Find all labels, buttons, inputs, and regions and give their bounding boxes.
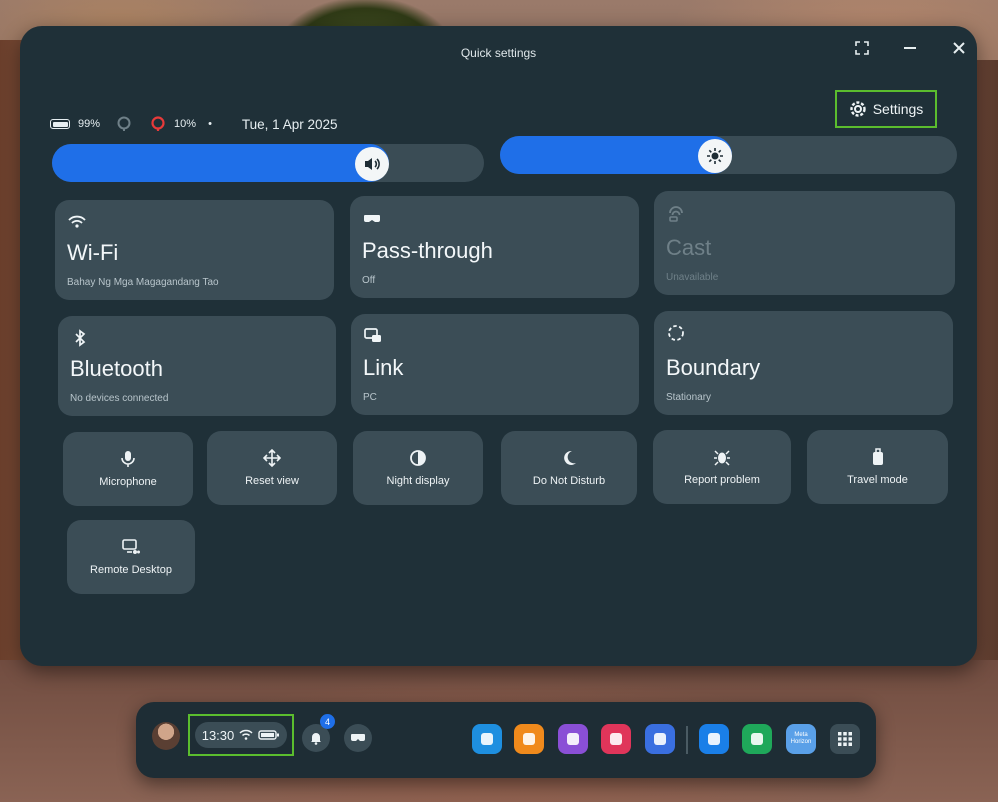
- headset-icon: [364, 215, 380, 222]
- tile-bluetooth[interactable]: Bluetooth No devices connected: [58, 316, 336, 416]
- tile-label: Remote Desktop: [90, 564, 172, 576]
- volume-knob[interactable]: [355, 147, 389, 181]
- tile-label: Reset view: [245, 475, 299, 487]
- tile-label: Microphone: [99, 476, 157, 488]
- close-icon: [953, 42, 965, 54]
- tile-sub: No devices connected: [70, 393, 169, 404]
- tile-name: Bluetooth: [70, 356, 163, 381]
- tile-boundary[interactable]: Boundary Stationary: [654, 311, 953, 415]
- app-icon-meta-horizon[interactable]: Meta Horizon: [786, 724, 816, 754]
- tile-sub: Off: [362, 275, 376, 286]
- tile-night-display[interactable]: Night display: [353, 431, 483, 505]
- status-clock-area[interactable]: 13:30: [188, 714, 294, 756]
- bluetooth-icon: [75, 329, 86, 347]
- tile-sub: Stationary: [666, 392, 712, 403]
- app-icon-5[interactable]: [645, 724, 675, 754]
- headset-button[interactable]: [344, 724, 372, 752]
- luggage-icon: [872, 448, 883, 465]
- tile-sub: Bahay Ng Mga Magagandang Tao: [67, 277, 219, 288]
- volume-slider[interactable]: [52, 144, 484, 182]
- tile-microphone[interactable]: Microphone: [63, 432, 193, 506]
- tile-wifi[interactable]: Wi-Fi Bahay Ng Mga Magagandang Tao: [55, 200, 334, 300]
- link-icon: [364, 328, 381, 342]
- tile-report-problem[interactable]: Report problem: [653, 430, 791, 504]
- tile-name: Link: [363, 355, 404, 380]
- moon-icon: [564, 450, 576, 465]
- right-controller-icon: [151, 116, 165, 131]
- brightness-knob[interactable]: [698, 139, 732, 173]
- status-row: 99% 10% • Tue, 1 Apr 2025: [50, 114, 338, 134]
- app-grid-button[interactable]: [830, 724, 860, 754]
- move-icon: [263, 449, 281, 467]
- tile-remote-desktop[interactable]: Remote Desktop: [67, 520, 195, 594]
- tile-name: Wi-Fi: [67, 240, 119, 265]
- tile-passthrough[interactable]: Pass-through Off: [350, 196, 639, 298]
- wifi-icon: [239, 729, 253, 740]
- tile-name: Boundary: [666, 355, 761, 380]
- clock-pill[interactable]: 13:30: [195, 722, 287, 748]
- status-separator: •: [208, 118, 212, 130]
- boundary-icon: [668, 325, 684, 341]
- headset-battery-value: 99%: [78, 118, 101, 130]
- app-icon-3[interactable]: [558, 724, 588, 754]
- remote-desktop-icon: [122, 539, 140, 554]
- headset-battery-icon: [50, 119, 70, 129]
- left-controller-icon: [117, 116, 131, 131]
- app-icon-4[interactable]: [601, 724, 631, 754]
- minimize-button[interactable]: [896, 34, 924, 62]
- tile-travel-mode[interactable]: Travel mode: [807, 430, 948, 504]
- notification-badge: 4: [320, 714, 335, 729]
- wifi-icon: [68, 215, 86, 228]
- app-icon-7[interactable]: [742, 724, 772, 754]
- brightness-icon: [707, 148, 723, 164]
- microphone-icon: [121, 451, 135, 467]
- volume-icon: [365, 158, 380, 170]
- expand-button[interactable]: [848, 34, 876, 62]
- panel-title: Quick settings: [460, 46, 537, 60]
- bell-icon: [311, 733, 321, 745]
- tile-sub: PC: [363, 392, 377, 403]
- app-grid-icon: [838, 732, 852, 746]
- headset-icon: [351, 734, 365, 741]
- tile-name: Pass-through: [362, 238, 493, 263]
- gear-icon: [850, 101, 866, 117]
- tile-sub: Unavailable: [666, 272, 719, 283]
- app-icon-2[interactable]: [514, 724, 544, 754]
- bug-icon: [714, 450, 730, 466]
- tile-cast[interactable]: Cast Unavailable: [654, 191, 955, 295]
- night-display-icon: [410, 450, 426, 466]
- controller-battery-value: 10%: [174, 118, 197, 130]
- tile-reset-view[interactable]: Reset view: [207, 431, 337, 505]
- clock-time: 13:30: [201, 727, 235, 743]
- tile-label: Travel mode: [847, 474, 908, 486]
- date-text: Tue, 1 Apr 2025: [241, 116, 338, 132]
- close-button[interactable]: [945, 34, 973, 62]
- volume-fill: [52, 144, 389, 182]
- battery-icon: [258, 730, 280, 740]
- tile-label: Do Not Disturb: [532, 475, 606, 487]
- tile-label: Night display: [386, 475, 450, 487]
- app-icon-1[interactable]: [472, 724, 502, 754]
- cast-icon: [669, 206, 683, 222]
- tile-do-not-disturb[interactable]: Do Not Disturb: [501, 431, 637, 505]
- tile-link[interactable]: Link PC: [351, 314, 639, 415]
- expand-icon: [855, 41, 869, 55]
- brightness-slider[interactable]: [500, 136, 957, 174]
- quick-settings-panel: Quick settings 99% 10% • Tue, 1 Apr 2025…: [20, 26, 977, 666]
- avatar[interactable]: [152, 722, 180, 750]
- app-icon-6[interactable]: [699, 724, 729, 754]
- minimize-icon: [904, 47, 916, 49]
- settings-label: Settings: [872, 101, 924, 117]
- tile-name: Cast: [666, 235, 712, 260]
- taskbar: 13:30 4 Meta Horizon: [136, 702, 876, 778]
- tile-label: Report problem: [684, 474, 760, 486]
- taskbar-divider: [686, 726, 688, 754]
- settings-button[interactable]: Settings: [835, 90, 937, 128]
